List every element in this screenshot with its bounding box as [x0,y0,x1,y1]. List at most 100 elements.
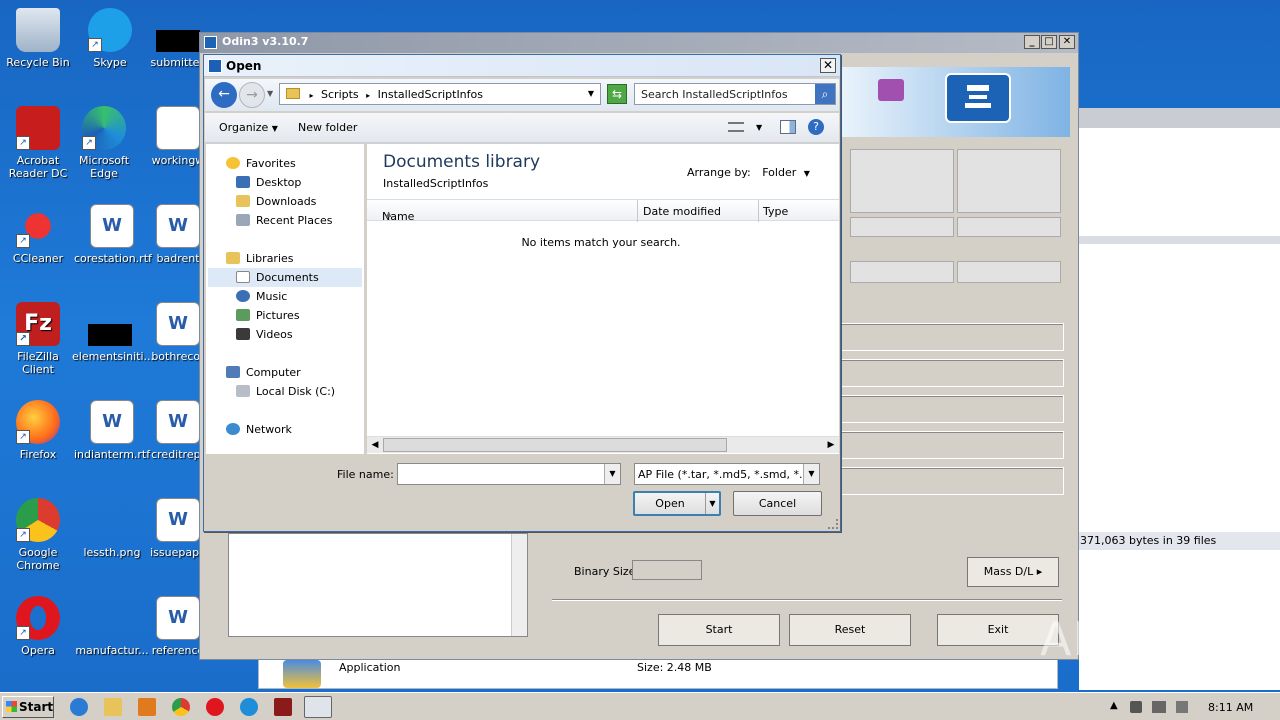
word-document-icon: W [90,400,134,444]
arrange-by-dropdown[interactable]: Folder ▼ [762,166,810,179]
address-dropdown-icon[interactable]: ▼ [588,89,594,98]
start-button[interactable]: Start [2,696,54,718]
tree-item-favorites[interactable]: Favorites [226,154,296,173]
close-button[interactable]: ✕ [820,58,836,73]
tree-item-downloads[interactable]: Downloads [236,192,316,211]
userdata-file-field[interactable] [838,467,1064,495]
new-folder-button[interactable]: New folder [298,121,357,134]
desktop-icon-acrobat[interactable]: ↗ Acrobat Reader DC [0,106,76,180]
odin-log-area[interactable] [228,533,528,637]
scroll-right-icon[interactable]: ▶ [824,438,838,452]
file-explorer-icon[interactable] [104,698,122,716]
desktop-icon-firefox[interactable]: ↗ Firefox [0,400,76,461]
desktop-icon-edge[interactable]: ↗ Microsoft Edge [66,106,142,180]
media-player-icon[interactable] [138,698,156,716]
view-options-icon[interactable] [728,122,744,132]
address-bar[interactable]: ▸ Scripts ▸ InstalledScriptInfos ▼ [279,83,601,105]
network-icon[interactable] [1152,701,1166,713]
internet-explorer-icon[interactable] [70,698,88,716]
desktop-icon-elementsiniti[interactable]: elementsiniti... [72,302,154,363]
winrar-icon[interactable] [274,698,292,716]
desktop-icon-opera[interactable]: ↗ Opera [0,596,76,657]
search-input[interactable]: Search InstalledScriptInfos ⌕ [634,83,836,105]
column-divider[interactable] [758,200,759,222]
tree-item-local-disk[interactable]: Local Disk (C:) [236,382,335,401]
tree-item-desktop[interactable]: Desktop [236,173,301,192]
maximize-button[interactable]: □ [1041,35,1057,49]
minimize-button[interactable]: _ [1024,35,1040,49]
mass-dl-button[interactable]: Mass D/L ▸ [967,557,1059,587]
open-options-dropdown-icon[interactable]: ▼ [705,493,719,514]
desktop-icon-label: CCleaner [12,252,64,265]
reset-button[interactable]: Reset [789,614,911,646]
column-date-modified[interactable]: Date modified [643,205,721,218]
breadcrumb-item[interactable]: InstalledScriptInfos [378,88,483,101]
tree-item-music[interactable]: Music [236,287,287,306]
desktop-icon-filezilla[interactable]: Fz ↗ FileZilla Client [0,302,76,376]
scroll-left-icon[interactable]: ◀ [368,438,382,452]
file-name-input[interactable]: ▼ [397,463,621,485]
bl-file-field[interactable] [838,323,1064,351]
opera-icon[interactable] [206,698,224,716]
arrange-by-value: Folder [762,166,797,179]
ap-file-field[interactable] [838,359,1064,387]
search-placeholder: Search InstalledScriptInfos [641,88,788,101]
desktop-icon-manufactur[interactable]: manufactur... [74,596,150,657]
back-button[interactable]: ← [211,82,237,108]
pictures-icon [236,309,250,321]
close-button[interactable]: ✕ [1059,35,1075,49]
scrollbar-thumb[interactable] [383,438,727,452]
forward-button[interactable]: → [239,82,265,108]
dialog-title-text: Open [226,59,262,73]
tree-item-recent-places[interactable]: Recent Places [236,211,333,230]
file-name-dropdown-icon[interactable]: ▼ [604,464,620,484]
column-divider[interactable] [637,200,638,222]
desktop-icon-lessth[interactable]: lessth.png [74,498,150,559]
tree-item-network[interactable]: Network [226,420,292,439]
shortcut-arrow-icon: ↗ [82,136,96,150]
device-id-field [850,217,954,237]
resize-grip[interactable] [828,519,838,529]
desktop-icon-skype[interactable]: ↗ Skype [72,8,148,69]
chrome-icon[interactable] [172,698,190,716]
refresh-button[interactable]: ⇆ [607,84,627,104]
csc-file-field[interactable] [838,431,1064,459]
view-dropdown-icon[interactable]: ▼ [756,123,762,132]
file-type-text: Application [339,661,401,674]
cp-file-field[interactable] [838,395,1064,423]
edge-icon[interactable] [240,698,258,716]
desktop-icon-indianterm[interactable]: W indianterm.rtf [74,400,150,461]
breadcrumb-item[interactable]: Scripts [321,88,359,101]
odin-taskbar-button[interactable] [304,696,332,718]
file-type-filter[interactable]: AP File (*.tar, *.md5, *.smd, *.gz ▼ [634,463,820,485]
cancel-button[interactable]: Cancel [733,491,822,516]
organize-button[interactable]: Organize ▼ [219,121,278,134]
tree-item-videos[interactable]: Videos [236,325,293,344]
volume-icon[interactable] [1130,701,1142,713]
tree-item-computer[interactable]: Computer [226,363,301,382]
start-button[interactable]: Start [658,614,780,646]
help-icon[interactable]: ? [808,119,824,135]
tray-expand-icon[interactable]: ▲ [1110,700,1118,711]
acrobat-icon: ↗ [16,106,60,150]
search-icon[interactable]: ⌕ [815,84,835,104]
folder-icon [286,88,300,99]
action-center-flag-icon[interactable] [1176,701,1188,713]
open-button[interactable]: Open ▼ [633,491,721,516]
preview-pane-icon[interactable] [780,120,796,134]
horizontal-scrollbar[interactable]: ◀ ▶ [367,436,839,453]
libraries-icon [226,252,240,264]
desktop-icon-corestation[interactable]: W corestation.rtf [74,204,152,265]
tree-item-documents[interactable]: Documents [208,268,362,287]
desktop-icon-ccleaner[interactable]: ↗ CCleaner [0,204,76,265]
column-type[interactable]: Type [763,205,788,218]
log-scrollbar[interactable] [511,534,527,636]
recent-locations-dropdown[interactable]: ▼ [267,89,273,98]
desktop-icon-recycle-bin[interactable]: Recycle Bin [0,8,76,69]
tree-item-libraries[interactable]: Libraries [226,249,294,268]
tree-item-pictures[interactable]: Pictures [236,306,300,325]
desktop-icon-chrome[interactable]: ↗ Google Chrome [0,498,76,572]
clock[interactable]: 8:11 AM [1208,701,1253,714]
filter-dropdown-icon[interactable]: ▼ [803,464,819,484]
tree-item-label: Videos [256,328,293,341]
